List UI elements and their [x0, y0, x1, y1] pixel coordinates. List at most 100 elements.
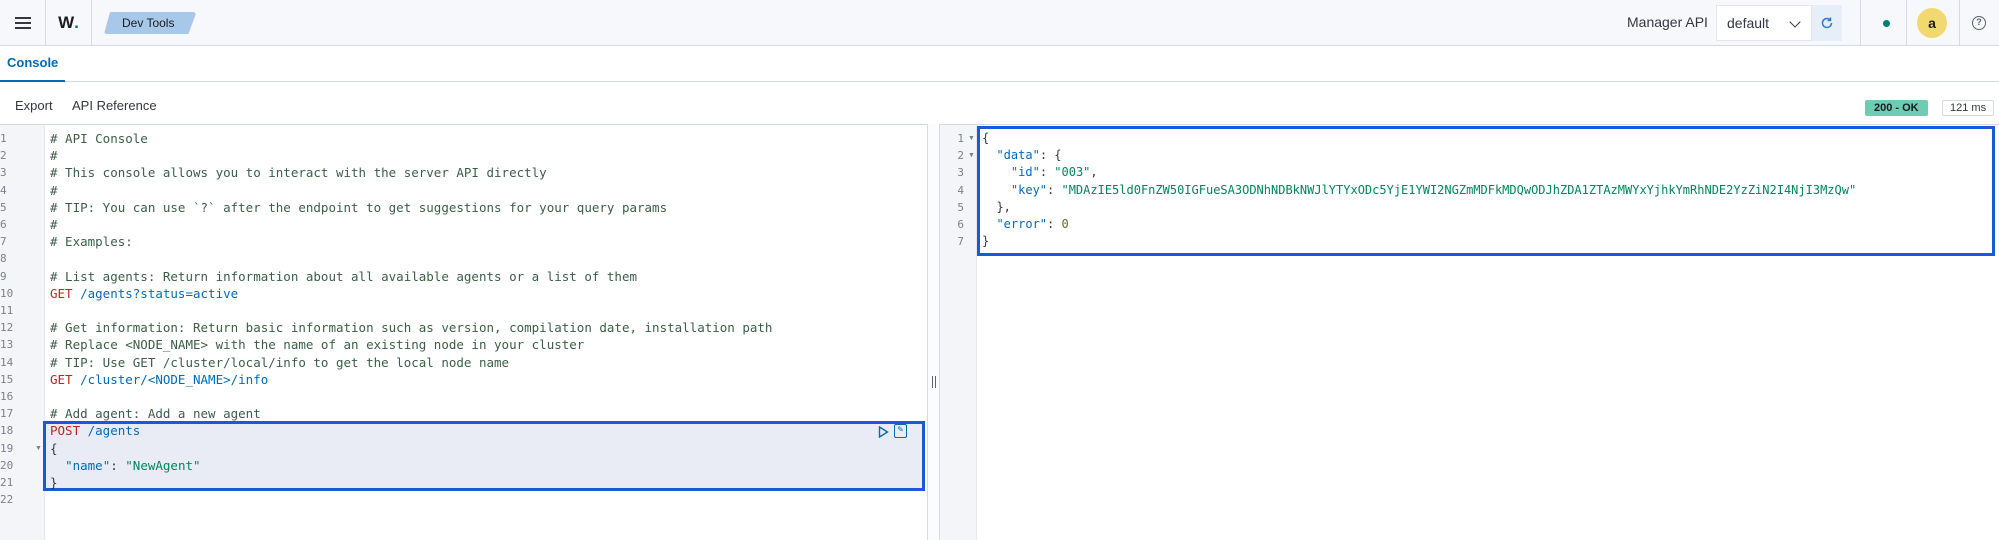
breadcrumb-dev-tools[interactable]: Dev Tools: [104, 12, 196, 34]
json-key: "error": [996, 217, 1048, 231]
code-line: GET /cluster/<NODE_NAME>/info: [50, 371, 268, 388]
refresh-icon: [1821, 17, 1833, 29]
json-string: "NewAgent": [125, 457, 201, 473]
code-line: #: [50, 182, 58, 198]
code-line: # Get information: Return basic informat…: [50, 320, 773, 336]
line-number: 5: [0, 200, 7, 214]
run-request-button[interactable]: [877, 425, 889, 438]
code-line: # Examples:: [50, 234, 133, 250]
code-line: }: [982, 234, 990, 249]
hamburger-icon: [14, 22, 31, 24]
code-line: # TIP: Use GET /cluster/local/info to ge…: [50, 354, 510, 370]
chevron-down-icon: [1789, 16, 1801, 28]
help-icon[interactable]: ?: [1972, 16, 1986, 30]
line-number: 4: [957, 183, 964, 197]
http-method: POST: [50, 423, 81, 439]
code-line: #: [50, 148, 58, 164]
status-badge: 200 - OK: [1865, 100, 1928, 116]
json-key: "key": [1010, 182, 1048, 197]
logo-text: W: [58, 13, 75, 32]
header-divider: [1906, 0, 1907, 46]
line-number: 15: [0, 372, 14, 386]
console-toolbar: Export API Reference: [0, 82, 1999, 124]
manager-api-label: Manager API: [1627, 14, 1708, 30]
header-divider: [1860, 0, 1861, 46]
http-method: GET: [50, 285, 73, 301]
line-number: 11: [0, 304, 14, 317]
line-number: 6: [957, 218, 964, 231]
line-number: 7: [957, 235, 964, 249]
line-number: 13: [0, 338, 14, 352]
line-number: 12: [0, 321, 14, 335]
code-line: "key": "MDAzIE5ld0FnZW50IGFueSA3ODNhNDBk…: [1010, 182, 1857, 197]
code-line: # Add agent: Add a new agent: [50, 406, 261, 422]
code-line: # API Console: [50, 131, 148, 146]
tab-bar: Console: [0, 46, 1999, 82]
json-string: "003": [1054, 165, 1091, 180]
export-button[interactable]: Export: [15, 98, 53, 113]
code-line: "name": "NewAgent": [65, 457, 201, 473]
header-divider: [1959, 0, 1960, 46]
menu-button[interactable]: [0, 0, 46, 46]
line-number: 2: [957, 149, 964, 163]
line-number: 17: [0, 407, 14, 421]
api-selector[interactable]: default: [1716, 5, 1812, 41]
code-line: GET /agents?status=active: [50, 285, 238, 302]
tab-console[interactable]: Console: [0, 46, 66, 82]
json-key: "data": [996, 148, 1040, 163]
line-number: 20: [0, 458, 14, 472]
code-line: },: [996, 199, 1011, 214]
line-number: 18: [0, 424, 14, 438]
timing-badge: 121 ms: [1942, 100, 1995, 116]
line-number: 14: [0, 355, 14, 369]
docs-icon[interactable]: ✎: [894, 424, 907, 438]
app-logo[interactable]: W.: [46, 0, 92, 46]
endpoint-path: /agents?status=active: [72, 285, 239, 301]
line-number: 1: [957, 132, 964, 145]
code-line: {: [50, 440, 58, 456]
fold-toggle-icon[interactable]: ▼: [35, 440, 42, 457]
line-number: 22: [0, 493, 14, 507]
connection-status-icon: [1883, 20, 1890, 27]
code-line: #: [50, 217, 58, 232]
endpoint-path: /cluster/<NODE_NAME>/info: [72, 371, 269, 387]
user-avatar[interactable]: a: [1917, 8, 1947, 38]
api-selector-value: default: [1727, 15, 1770, 31]
line-number: 16: [0, 390, 14, 403]
code-line: {: [982, 131, 990, 145]
line-number: 5: [957, 200, 964, 214]
line-number: 21: [0, 476, 14, 489]
json-string: "MDAzIE5ld0FnZW50IGFueSA3ODNhNDBkNWJlYTY…: [1061, 182, 1857, 197]
fold-toggle-icon[interactable]: ▼: [968, 147, 975, 164]
code-line: # This console allows you to interact wi…: [50, 165, 547, 181]
refresh-button[interactable]: [1812, 5, 1842, 41]
api-reference-link[interactable]: API Reference: [72, 98, 157, 113]
line-number: 19: [0, 441, 14, 455]
endpoint-path: /agents: [80, 423, 141, 439]
code-line: "error": 0: [996, 217, 1069, 231]
json-key: "name": [65, 457, 111, 473]
code-line: # List agents: Return information about …: [50, 268, 637, 284]
code-line: "id": "003",: [1010, 165, 1098, 180]
code-line: POST /agents: [50, 422, 140, 439]
panel-resize-handle[interactable]: [927, 124, 940, 540]
code-line: # Replace <NODE_NAME> with the name of a…: [50, 337, 585, 353]
play-icon: [878, 425, 889, 438]
line-number: 1: [0, 132, 7, 145]
line-number: 7: [0, 235, 7, 249]
line-number: 3: [0, 166, 7, 180]
line-number: 8: [0, 252, 7, 266]
code-line: "data": {: [996, 148, 1062, 163]
line-number: 6: [0, 218, 7, 231]
app-header: W. Dev Tools Manager API default a ?: [0, 0, 1999, 46]
logo-dot: .: [74, 13, 79, 32]
code-line: # TIP: You can use `?` after the endpoin…: [50, 199, 668, 215]
line-number: 2: [0, 149, 7, 163]
http-method: GET: [50, 371, 73, 387]
line-number: 10: [0, 286, 14, 300]
json-key: "id": [1010, 165, 1040, 180]
grip-icon: [932, 376, 936, 388]
line-number: 4: [0, 183, 7, 197]
line-number: 9: [0, 269, 7, 283]
fold-toggle-icon[interactable]: ▼: [968, 130, 975, 147]
